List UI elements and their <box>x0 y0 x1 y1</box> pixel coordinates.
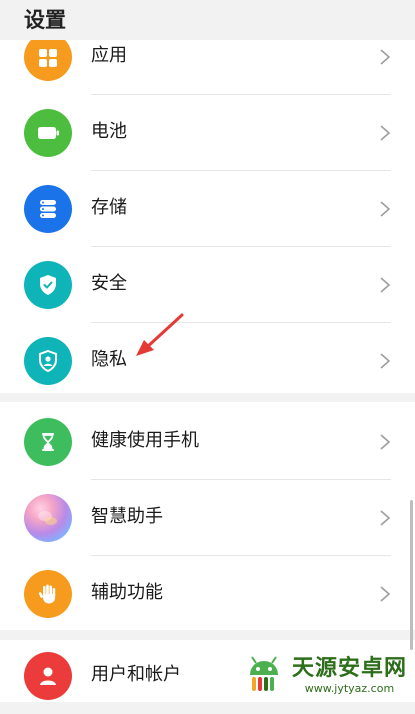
settings-item-storage[interactable]: 存储 <box>0 171 415 247</box>
android-logo-icon <box>249 656 278 691</box>
settings-item-assistant[interactable]: 智慧助手 <box>0 480 415 556</box>
user-icon <box>24 652 72 700</box>
assistant-icon <box>24 494 72 542</box>
settings-item-accessibility[interactable]: 辅助功能 <box>0 556 415 632</box>
hourglass-icon <box>24 418 72 466</box>
watermark: 天源安卓网 www.jytyaz.com <box>242 654 407 696</box>
chevron-right-icon <box>380 49 391 65</box>
chevron-right-icon <box>380 201 391 217</box>
settings-group-2: 健康使用手机 智慧助手 辅助功能 <box>0 402 415 630</box>
apps-icon <box>24 33 72 81</box>
settings-item-label: 用户和帐户 <box>91 664 181 685</box>
settings-item-security[interactable]: 安全 <box>0 247 415 323</box>
watermark-url: www.jytyaz.com <box>304 681 395 695</box>
settings-item-label: 存储 <box>91 197 127 218</box>
chevron-right-icon <box>380 510 391 526</box>
settings-item-label: 应用 <box>91 45 127 66</box>
red-arrow-icon <box>136 313 184 356</box>
scrollbar[interactable] <box>410 500 413 650</box>
storage-icon <box>24 185 72 233</box>
chevron-right-icon <box>380 125 391 141</box>
page-title: 设置 <box>24 8 66 32</box>
chevron-right-icon <box>380 277 391 293</box>
privacy-icon <box>24 337 72 385</box>
battery-icon <box>24 109 72 157</box>
watermark-name: 天源安卓网 <box>291 655 407 681</box>
chevron-right-icon <box>380 434 391 450</box>
settings-item-privacy[interactable]: 隐私 <box>0 323 415 399</box>
settings-item-label: 隐私 <box>91 349 127 370</box>
app-header: 设置 <box>0 0 415 40</box>
settings-item-label: 电池 <box>91 121 127 142</box>
settings-item-label: 健康使用手机 <box>91 430 199 451</box>
settings-item-label: 安全 <box>91 273 127 294</box>
settings-item-label: 智慧助手 <box>91 506 163 527</box>
hand-icon <box>24 570 72 618</box>
settings-item-label: 辅助功能 <box>91 582 163 603</box>
chevron-right-icon <box>380 353 391 369</box>
shield-check-icon <box>24 261 72 309</box>
settings-item-digital-balance[interactable]: 健康使用手机 <box>0 404 415 480</box>
chevron-right-icon <box>380 586 391 602</box>
settings-group-1: 应用 电池 存储 安全 隐私 <box>0 33 415 393</box>
settings-item-battery[interactable]: 电池 <box>0 95 415 171</box>
